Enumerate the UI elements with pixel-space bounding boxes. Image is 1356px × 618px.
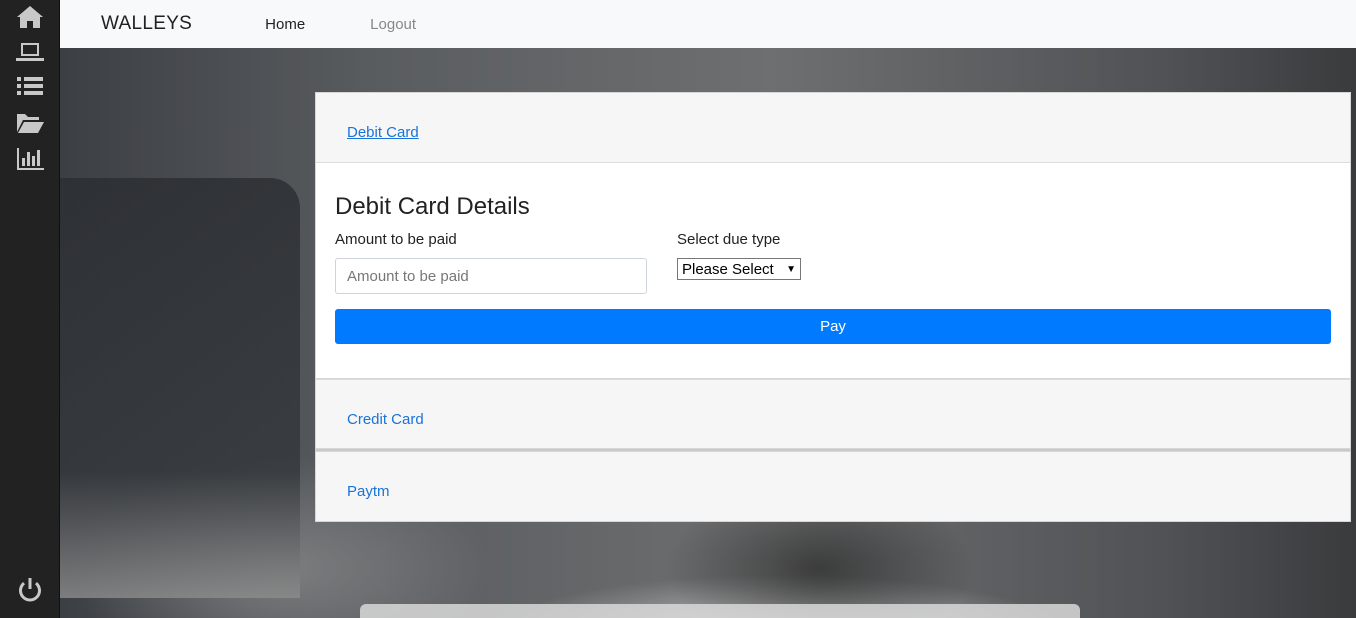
pay-button[interactable]: Pay <box>335 309 1331 344</box>
brand-logo[interactable]: WALLEYS <box>101 13 192 35</box>
sidebar <box>0 0 60 618</box>
due-type-selected: Please Select <box>682 260 774 278</box>
nav-logout-link[interactable]: Logout <box>370 16 416 33</box>
due-type-group: Select due type Please Select ▼ <box>677 231 801 294</box>
due-type-select[interactable]: Please Select ▼ <box>677 258 801 280</box>
debit-card-header[interactable]: Debit Card <box>316 93 1350 162</box>
top-navbar: WALLEYS Home Logout <box>60 0 1356 48</box>
laptop-icon[interactable] <box>12 37 48 67</box>
power-icon[interactable] <box>12 575 48 605</box>
credit-card-header[interactable]: Credit Card <box>316 379 1350 448</box>
due-type-label: Select due type <box>677 231 781 248</box>
bar-chart-icon[interactable] <box>12 144 48 174</box>
debit-card-link[interactable]: Debit Card <box>347 124 419 141</box>
amount-label: Amount to be paid <box>335 231 457 248</box>
chevron-down-icon: ▼ <box>786 263 796 275</box>
background-laptop <box>60 178 300 598</box>
folder-open-icon[interactable] <box>12 108 48 138</box>
nav-home-link[interactable]: Home <box>265 16 305 33</box>
payment-accordion: Debit Card Debit Card Details Amount to … <box>315 92 1351 522</box>
credit-card-link[interactable]: Credit Card <box>347 411 424 428</box>
payment-form-row: Amount to be paid Select due type Please… <box>335 231 1331 294</box>
debit-card-panel: Debit Card Debit Card Details Amount to … <box>315 92 1351 379</box>
home-icon[interactable] <box>12 2 48 32</box>
paytm-header[interactable]: Paytm <box>316 452 1350 521</box>
debit-card-body: Debit Card Details Amount to be paid Sel… <box>316 162 1350 378</box>
background-keyboard <box>360 604 1080 618</box>
amount-group: Amount to be paid <box>335 231 647 294</box>
list-icon[interactable] <box>12 72 48 102</box>
credit-card-panel: Credit Card <box>315 379 1351 449</box>
paytm-link[interactable]: Paytm <box>347 483 390 500</box>
amount-input[interactable] <box>335 258 647 294</box>
debit-card-title: Debit Card Details <box>335 193 530 220</box>
paytm-panel: Paytm <box>315 451 1351 522</box>
